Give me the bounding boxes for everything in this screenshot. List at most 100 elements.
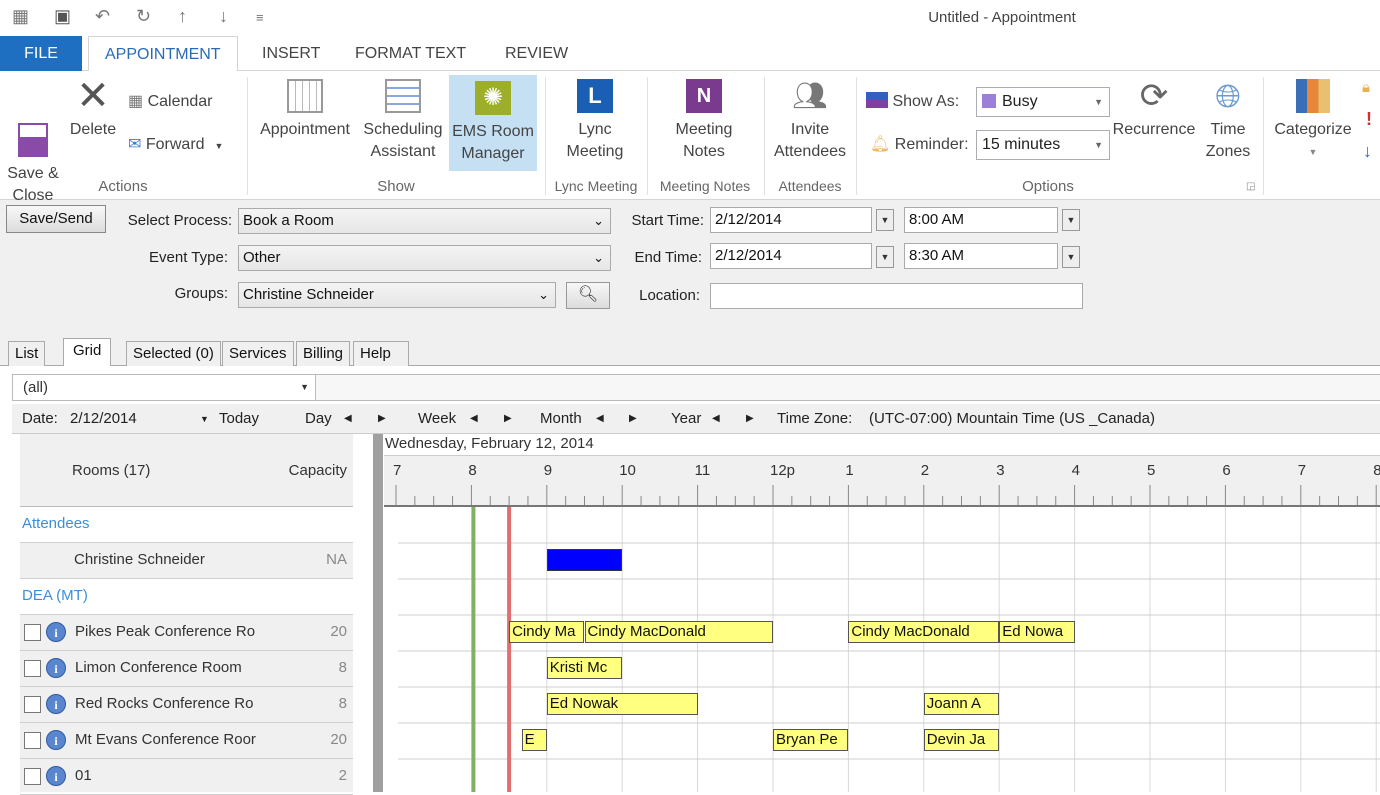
booking-block[interactable]: Cindy Ma	[509, 621, 585, 643]
up-arrow-icon[interactable]: ↑	[178, 6, 187, 27]
categorize-button[interactable]: Categorize ▼	[1268, 71, 1358, 163]
end-time-input[interactable]: 8:30 AM	[904, 243, 1058, 269]
start-date-input[interactable]: 2/12/2014	[710, 207, 872, 233]
save-icon[interactable]: ▣	[54, 6, 71, 27]
groups-search-button[interactable]: 🔍︎	[566, 282, 610, 309]
rooms-list: Rooms (17) Capacity Attendees Christine S…	[20, 434, 353, 795]
room-row[interactable]: i Mt Evans Conference Roor 20	[20, 723, 353, 759]
groups-dropdown[interactable]: Christine Schneider ⌄	[238, 282, 556, 308]
high-importance-icon[interactable]: !	[1366, 109, 1372, 130]
redo-icon[interactable]: ↻	[136, 6, 151, 27]
chevron-down-icon: ⌄	[593, 213, 604, 228]
end-date-picker[interactable]: ▼	[876, 246, 894, 268]
room-row[interactable]: i 01 2	[20, 759, 353, 795]
info-icon[interactable]: i	[46, 694, 66, 714]
invite-attendees-button[interactable]: 👥︎ Invite Attendees	[768, 71, 852, 163]
forward-button[interactable]: ✉ Forward ▼	[128, 134, 223, 157]
lync-meeting-button[interactable]: L Lync Meeting	[552, 71, 638, 163]
rooms-header-label[interactable]: Rooms (17)	[72, 446, 150, 495]
capacity-header-label[interactable]: Capacity	[289, 446, 347, 495]
month-prev-icon[interactable]: ◀	[596, 413, 604, 424]
info-icon[interactable]: i	[46, 730, 66, 750]
room-checkbox[interactable]	[24, 732, 41, 749]
start-date-picker[interactable]: ▼	[876, 209, 894, 231]
booking-block[interactable]: Ed Nowa	[999, 621, 1075, 643]
room-row[interactable]: Christine Schneider NA	[20, 543, 353, 579]
tab-billing[interactable]: Billing	[296, 341, 351, 366]
tab-selected[interactable]: Selected (0)	[126, 341, 221, 366]
group-row[interactable]: Attendees	[20, 507, 353, 543]
reminder-select[interactable]: 15 minutes ▼	[976, 130, 1110, 160]
lock-icon[interactable]: 🔒︎	[1362, 79, 1370, 96]
start-time-picker[interactable]: ▼	[1062, 209, 1080, 231]
week-next-icon[interactable]: ▶	[504, 413, 512, 424]
today-button[interactable]: Today	[219, 410, 259, 427]
location-input[interactable]	[710, 283, 1083, 309]
hour-label: 12p	[770, 462, 795, 479]
room-row[interactable]: i Pikes Peak Conference Ro 20	[20, 615, 353, 651]
event-type-dropdown[interactable]: Other ⌄	[238, 245, 611, 271]
booking-block[interactable]: Joann A	[923, 693, 1000, 715]
room-checkbox[interactable]	[24, 696, 41, 713]
low-importance-icon[interactable]: ↓	[1363, 141, 1372, 162]
tab-insert[interactable]: INSERT	[246, 36, 336, 71]
info-icon[interactable]: i	[46, 766, 66, 786]
tab-list[interactable]: List	[8, 341, 46, 366]
day-prev-icon[interactable]: ◀	[344, 413, 352, 424]
booking-block[interactable]: Cindy MacDonald	[848, 621, 1000, 643]
day-next-icon[interactable]: ▶	[378, 413, 386, 424]
recurrence-button[interactable]: ⟳ Recurrence	[1111, 71, 1197, 141]
booking-block[interactable]: Ed Nowak	[546, 693, 698, 715]
room-row[interactable]: i Limon Conference Room 8	[20, 651, 353, 687]
undo-icon[interactable]: ↶	[95, 6, 110, 27]
year-prev-icon[interactable]: ◀	[712, 413, 720, 424]
room-checkbox[interactable]	[24, 768, 41, 785]
booking-block[interactable]: Bryan Pe	[773, 729, 849, 751]
ems-room-manager-button[interactable]: ✺ EMS Room Manager	[449, 75, 537, 171]
room-filter-dropdown[interactable]: (all) ▼	[12, 374, 316, 401]
month-next-icon[interactable]: ▶	[629, 413, 637, 424]
tab-file[interactable]: FILE	[0, 36, 82, 71]
splitter[interactable]	[373, 434, 383, 792]
down-arrow-icon[interactable]: ↓	[219, 6, 228, 27]
booking-block[interactable]: Kristi Mc	[546, 657, 623, 679]
scheduling-assistant-button[interactable]: Scheduling Assistant	[360, 71, 446, 163]
date-dropdown-icon[interactable]: ▼	[200, 414, 209, 424]
hour-label: 8	[1373, 462, 1380, 479]
date-input[interactable]: 2/12/2014	[70, 410, 190, 427]
room-row[interactable]: i Red Rocks Conference Ro 8	[20, 687, 353, 723]
info-icon[interactable]: i	[46, 658, 66, 678]
start-time-input[interactable]: 8:00 AM	[904, 207, 1058, 233]
info-icon[interactable]: i	[46, 622, 66, 642]
room-checkbox[interactable]	[24, 660, 41, 677]
show-as-select[interactable]: Busy ▼	[976, 87, 1110, 117]
week-prev-icon[interactable]: ◀	[470, 413, 478, 424]
tab-review[interactable]: REVIEW	[489, 36, 584, 71]
tab-appointment[interactable]: APPOINTMENT	[88, 36, 238, 72]
meeting-notes-button[interactable]: N Meeting Notes	[656, 71, 752, 163]
time-zones-button[interactable]: 🌐︎ Time Zones	[1198, 71, 1258, 163]
calendar-button[interactable]: ▦ Calendar	[128, 91, 213, 113]
booking-block[interactable]: E	[521, 729, 547, 751]
tab-grid[interactable]: Grid	[63, 338, 112, 367]
tab-services[interactable]: Services	[222, 341, 294, 366]
room-capacity: 8	[338, 659, 347, 676]
appointment-button[interactable]: Appointment	[254, 71, 356, 141]
delete-button[interactable]: ✕ Delete	[66, 71, 120, 141]
save-send-button[interactable]: Save/Send	[6, 205, 106, 233]
tab-help[interactable]: Help	[353, 341, 409, 366]
tab-format-text[interactable]: FORMAT TEXT	[339, 36, 482, 71]
invite-label: Invite Attendees	[773, 121, 847, 160]
booking-block[interactable]	[546, 549, 623, 571]
booking-block[interactable]: Devin Ja	[923, 729, 1000, 751]
room-checkbox[interactable]	[24, 624, 41, 641]
select-process-dropdown[interactable]: Book a Room ⌄	[238, 208, 611, 234]
room-name: Pikes Peak Conference Ro	[75, 623, 256, 640]
dialog-launcher-icon[interactable]: ◲	[1246, 181, 1255, 192]
group-row[interactable]: DEA (MT)	[20, 579, 353, 615]
booking-block[interactable]: Cindy MacDonald	[584, 621, 773, 643]
year-next-icon[interactable]: ▶	[746, 413, 754, 424]
end-time-picker[interactable]: ▼	[1062, 246, 1080, 268]
end-date-input[interactable]: 2/12/2014	[710, 243, 872, 269]
customize-icon[interactable]: ≡	[256, 10, 264, 25]
